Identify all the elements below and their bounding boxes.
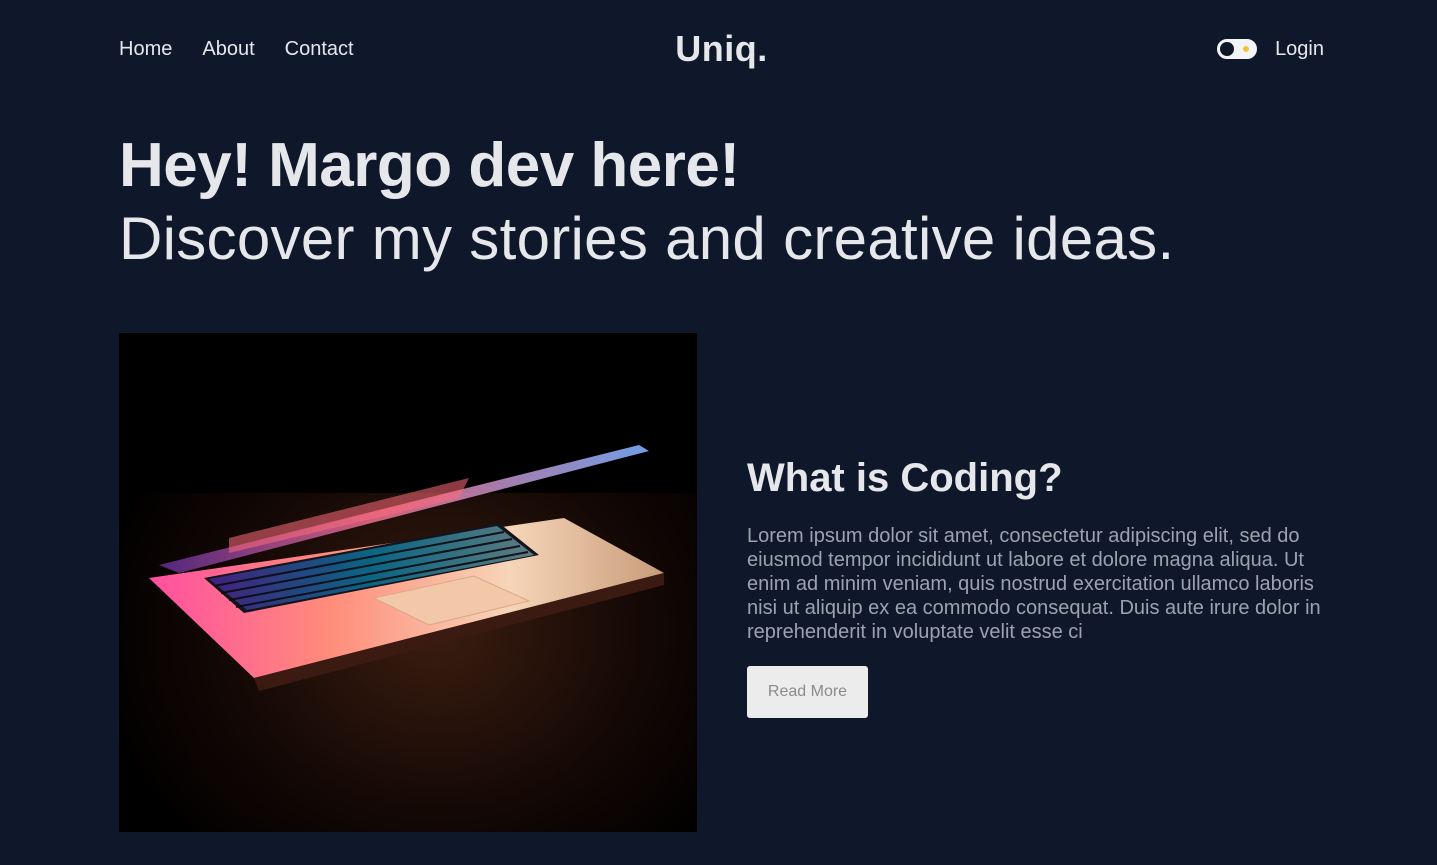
nav-link-about[interactable]: About (202, 26, 254, 72)
hero: Hey! Margo dev here! Discover my stories… (119, 130, 1319, 276)
navbar: Home About Contact Uniq. Login (119, 26, 1324, 72)
post-title[interactable]: What is Coding? (747, 454, 1332, 502)
hero-title: Hey! Margo dev here! (119, 131, 740, 200)
post-excerpt: Lorem ipsum dolor sit amet, consectetur … (747, 525, 1321, 643)
nav-links: Home About Contact (119, 26, 354, 72)
post-image-laptop[interactable] (119, 333, 697, 832)
page: Home About Contact Uniq. Login Hey! Marg… (0, 0, 1437, 865)
theme-toggle-icon[interactable] (1217, 39, 1258, 59)
nav-link-home[interactable]: Home (119, 26, 172, 72)
laptop-illustration (119, 333, 697, 832)
hero-subtitle: Discover my stories and creative ideas. (119, 205, 1175, 272)
toggle-knob (1220, 42, 1235, 56)
site-logo[interactable]: Uniq. (675, 26, 767, 72)
sun-icon (1243, 46, 1250, 52)
nav-link-contact[interactable]: Contact (285, 26, 354, 72)
login-link[interactable]: Login (1275, 38, 1324, 61)
read-more-button[interactable]: Read More (747, 666, 868, 718)
featured-post: What is Coding? Lorem ipsum dolor sit am… (747, 454, 1332, 718)
nav-right: Login (1217, 38, 1324, 61)
